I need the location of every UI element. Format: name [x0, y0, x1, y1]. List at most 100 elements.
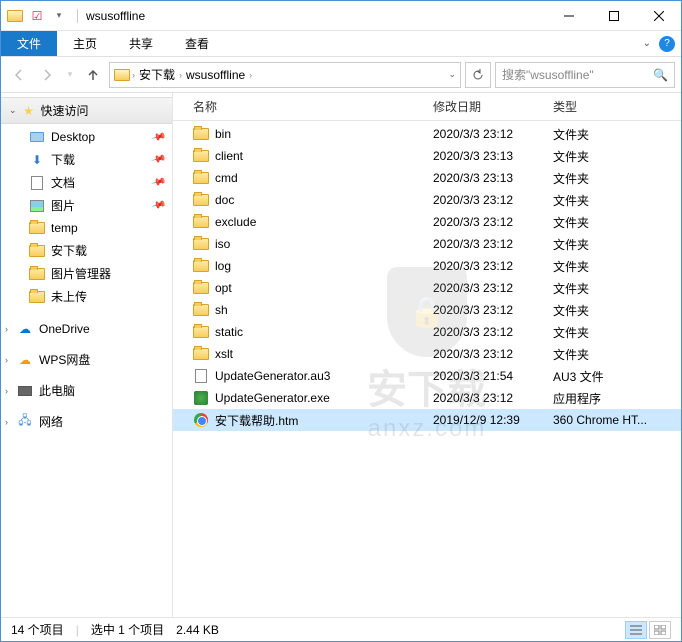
sidebar-root[interactable]: ›☁WPS网盘 — [1, 348, 172, 371]
tab-file[interactable]: 文件 — [1, 31, 57, 56]
file-row[interactable]: UpdateGenerator.exe2020/3/3 23:12应用程序 — [173, 387, 681, 409]
folder-icon — [193, 258, 209, 274]
sidebar-item[interactable]: ⬇下载📌 — [1, 148, 172, 171]
file-row[interactable]: UpdateGenerator.au32020/3/3 21:54AU3 文件 — [173, 365, 681, 387]
folder-icon — [193, 280, 209, 296]
file-type: 文件夹 — [545, 126, 665, 143]
address-dropdown-icon[interactable]: ⌄ — [448, 69, 456, 80]
file-type: 文件夹 — [545, 258, 665, 275]
status-selected: 选中 1 个项目 — [91, 621, 164, 638]
sidebar-item-label: 安下载 — [51, 242, 87, 259]
file-row[interactable]: log 2020/3/3 23:12文件夹 — [173, 255, 681, 277]
file-date: 2020/3/3 23:12 — [425, 303, 545, 317]
tab-home[interactable]: 主页 — [57, 31, 113, 56]
column-date[interactable]: 修改日期 — [425, 98, 545, 115]
file-row[interactable]: client2020/3/3 23:13文件夹 — [173, 145, 681, 167]
sidebar: ⌄ ★ 快速访问 Desktop📌⬇下载📌文档📌图片📌temp安下载图片管理器未… — [1, 93, 173, 617]
file-date: 2020/3/3 23:12 — [425, 325, 545, 339]
sidebar-item[interactable]: 文档📌 — [1, 171, 172, 194]
file-type: 文件夹 — [545, 302, 665, 319]
au3-icon — [193, 368, 209, 384]
search-icon[interactable]: 🔍 — [653, 68, 668, 82]
file-row[interactable]: bin2020/3/3 23:12文件夹 — [173, 123, 681, 145]
address-bar[interactable]: › 安下载 › wsusoffline › ⌄ — [109, 62, 461, 88]
file-row[interactable]: sh2020/3/3 23:12文件夹 — [173, 299, 681, 321]
minimize-button[interactable] — [546, 1, 591, 31]
file-name: bin — [215, 127, 231, 141]
file-row[interactable]: cmd2020/3/3 23:13文件夹 — [173, 167, 681, 189]
sidebar-item[interactable]: 图片管理器 — [1, 262, 172, 285]
tab-view[interactable]: 查看 — [169, 31, 225, 56]
file-row[interactable]: exclude2020/3/3 23:12文件夹 — [173, 211, 681, 233]
close-button[interactable] — [636, 1, 681, 31]
navbar: ▾ › 安下载 › wsusoffline › ⌄ 搜索"wsusoffline… — [1, 57, 681, 93]
chevron-right-icon[interactable]: › — [249, 70, 252, 80]
file-name: UpdateGenerator.au3 — [215, 369, 330, 383]
recent-dropdown[interactable]: ▾ — [63, 63, 77, 87]
file-row[interactable]: iso2020/3/3 23:12文件夹 — [173, 233, 681, 255]
folder-icon — [29, 243, 45, 259]
file-date: 2020/3/3 23:12 — [425, 391, 545, 405]
pin-icon: 📌 — [150, 152, 166, 168]
sidebar-item[interactable]: Desktop📌 — [1, 126, 172, 148]
back-button[interactable] — [7, 63, 31, 87]
qat-dropdown-icon[interactable]: ▾ — [51, 8, 67, 24]
chevron-down-icon: ⌄ — [9, 105, 17, 116]
file-type: 文件夹 — [545, 214, 665, 231]
file-name: cmd — [215, 171, 238, 185]
sidebar-item-label: 网络 — [39, 413, 63, 430]
file-date: 2020/3/3 23:12 — [425, 237, 545, 251]
breadcrumb-segment[interactable]: wsusoffline — [184, 68, 247, 82]
file-row[interactable]: static2020/3/3 23:12文件夹 — [173, 321, 681, 343]
sidebar-item-label: Desktop — [51, 130, 95, 144]
file-date: 2020/3/3 23:13 — [425, 149, 545, 163]
statusbar: 14 个项目 | 选中 1 个项目 2.44 KB — [1, 617, 681, 641]
sidebar-item[interactable]: 图片📌 — [1, 194, 172, 217]
file-date: 2020/3/3 23:12 — [425, 259, 545, 273]
file-row[interactable]: xslt2020/3/3 23:12文件夹 — [173, 343, 681, 365]
forward-button[interactable] — [35, 63, 59, 87]
help-icon[interactable]: ? — [659, 36, 675, 52]
column-type[interactable]: 类型 — [545, 98, 665, 115]
sidebar-quick-access[interactable]: ⌄ ★ 快速访问 — [1, 97, 172, 124]
sidebar-item-label: 文档 — [51, 174, 75, 191]
file-list[interactable]: bin2020/3/3 23:12文件夹client2020/3/3 23:13… — [173, 121, 681, 617]
view-icons-button[interactable] — [649, 621, 671, 639]
sidebar-item-label: 下载 — [51, 151, 75, 168]
chevron-right-icon[interactable]: › — [132, 70, 135, 80]
tab-share[interactable]: 共享 — [113, 31, 169, 56]
column-headers: 名称 修改日期 类型 — [173, 93, 681, 121]
maximize-button[interactable] — [591, 1, 636, 31]
file-row[interactable]: 安下载帮助.htm2019/12/9 12:39360 Chrome HT... — [173, 409, 681, 431]
view-details-button[interactable] — [625, 621, 647, 639]
search-placeholder: 搜索"wsusoffline" — [502, 66, 594, 83]
file-row[interactable]: doc2020/3/3 23:12文件夹 — [173, 189, 681, 211]
up-button[interactable] — [81, 63, 105, 87]
chevron-right-icon[interactable]: › — [179, 70, 182, 80]
chevron-right-icon: › — [5, 417, 8, 427]
pin-icon: 📌 — [150, 198, 166, 214]
folder-icon — [193, 126, 209, 142]
star-icon: ★ — [21, 103, 37, 119]
file-row[interactable]: opt2020/3/3 23:12文件夹 — [173, 277, 681, 299]
sidebar-item[interactable]: 安下载 — [1, 239, 172, 262]
file-name: UpdateGenerator.exe — [215, 391, 330, 405]
column-name[interactable]: 名称 — [185, 98, 425, 115]
file-name: log — [215, 259, 231, 273]
folder-icon — [29, 266, 45, 282]
sidebar-item[interactable]: 未上传 — [1, 285, 172, 308]
breadcrumb-segment[interactable]: 安下载 — [137, 66, 177, 83]
search-input[interactable]: 搜索"wsusoffline" 🔍 — [495, 62, 675, 88]
sidebar-root[interactable]: ›🖧网络 — [1, 410, 172, 433]
sidebar-root[interactable]: ›☁OneDrive — [1, 318, 172, 340]
sidebar-root[interactable]: ›此电脑 — [1, 379, 172, 402]
sidebar-item[interactable]: temp — [1, 217, 172, 239]
qat-checkmark-icon[interactable]: ☑ — [29, 8, 45, 24]
file-name: static — [215, 325, 243, 339]
ribbon-expand-icon[interactable]: ⌄ — [643, 38, 651, 49]
file-date: 2020/3/3 23:12 — [425, 347, 545, 361]
ribbon: 文件 主页 共享 查看 ⌄ ? — [1, 31, 681, 57]
refresh-button[interactable] — [465, 62, 491, 88]
file-name: 安下载帮助.htm — [215, 412, 298, 429]
sidebar-item-label: 图片管理器 — [51, 265, 111, 282]
